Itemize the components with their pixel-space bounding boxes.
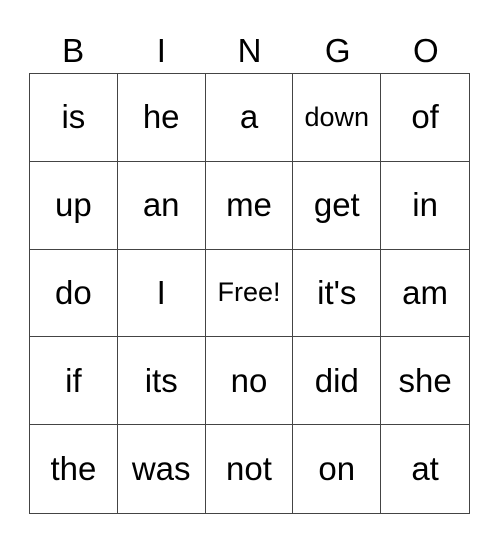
bingo-cell[interactable]: get bbox=[293, 161, 382, 250]
free-space-cell[interactable]: Free! bbox=[205, 249, 294, 338]
bingo-cell[interactable]: its bbox=[117, 337, 206, 426]
bingo-cell[interactable]: up bbox=[30, 161, 118, 250]
header-letter-o: O bbox=[413, 32, 439, 69]
header-letter-n: N bbox=[237, 32, 262, 69]
bingo-cell[interactable]: it's bbox=[293, 249, 382, 338]
bingo-cell[interactable]: the bbox=[30, 425, 118, 513]
header-letter-b: B bbox=[62, 32, 85, 69]
bingo-cell[interactable]: he bbox=[117, 74, 206, 162]
bingo-cell[interactable]: me bbox=[205, 161, 294, 250]
bingo-cell[interactable]: she bbox=[381, 337, 469, 426]
bingo-cell[interactable]: of bbox=[381, 74, 469, 162]
bingo-header: B I N G O bbox=[29, 30, 470, 72]
bingo-card: is he a down of up an me get in do I Fre… bbox=[29, 73, 470, 514]
bingo-cell[interactable]: no bbox=[205, 337, 294, 426]
bingo-cell[interactable]: at bbox=[381, 425, 469, 513]
bingo-cell[interactable]: not bbox=[206, 425, 294, 513]
bingo-cell[interactable]: in bbox=[381, 162, 469, 250]
bingo-cell[interactable]: down bbox=[293, 74, 382, 162]
bingo-cell[interactable]: on bbox=[293, 425, 382, 513]
bingo-cell[interactable]: a bbox=[205, 74, 294, 162]
bingo-cell[interactable]: do bbox=[30, 249, 118, 338]
bingo-cell[interactable]: if bbox=[30, 337, 118, 426]
bingo-cell[interactable]: is bbox=[30, 74, 118, 162]
bingo-cell[interactable]: did bbox=[293, 337, 382, 426]
header-letter-i: I bbox=[156, 32, 166, 69]
bingo-cell[interactable]: am bbox=[381, 250, 469, 338]
header-letter-g: G bbox=[324, 32, 351, 69]
bingo-cell[interactable]: an bbox=[117, 161, 206, 250]
bingo-cell[interactable]: I bbox=[117, 249, 206, 338]
bingo-cell[interactable]: was bbox=[118, 425, 206, 513]
